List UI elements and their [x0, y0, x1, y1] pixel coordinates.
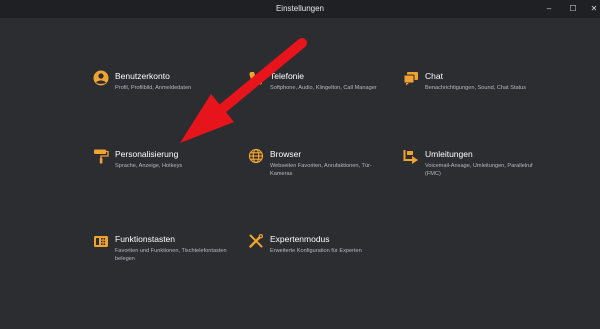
tile-description: Erweiterte Konfiguration für Experten: [270, 248, 362, 254]
user-icon: [93, 70, 109, 86]
tile-umleitungen[interactable]: Umleitungen Voicemail-Ansage, Umleitunge…: [403, 148, 553, 198]
phone-icon: [248, 70, 264, 86]
redirect-icon: [403, 148, 419, 164]
tile-description: Benachrichtigungen, Sound, Chat Status: [425, 85, 527, 91]
paint-roller-icon: [93, 148, 109, 164]
globe-icon: [248, 148, 264, 164]
tile-telefonie[interactable]: Telefonie Softphone, Audio, Klingelton, …: [248, 70, 398, 120]
tile-benutzerkonto[interactable]: Benutzerkonto Profil, Profilbild, Anmeld…: [93, 70, 243, 120]
tile-label: Chat: [425, 71, 443, 81]
tile-description: Favoriten und Funktionen, Tischtelefonta…: [115, 248, 227, 262]
tile-funktionstasten[interactable]: Funktionstasten Favoriten und Funktionen…: [93, 233, 243, 283]
chat-icon: [403, 70, 419, 86]
tile-description: Webseiten Favoriten, Anrufaktionen, Tür-…: [270, 163, 372, 177]
tile-label: Benutzerkonto: [115, 71, 170, 81]
telephone-keys-icon: [93, 233, 109, 249]
tile-description: Softphone, Audio, Klingelton, Call Manag…: [270, 85, 377, 91]
tile-browser[interactable]: Browser Webseiten Favoriten, Anrufaktion…: [248, 148, 398, 198]
tile-expertenmodus[interactable]: Expertenmodus Erweiterte Konfiguration f…: [248, 233, 398, 283]
tile-description: Sprache, Anzeige, Hotkeys: [115, 163, 183, 169]
minimize-button[interactable]: –: [537, 0, 561, 18]
tile-label: Funktionstasten: [115, 234, 176, 244]
tile-personalisierung[interactable]: Personalisierung Sprache, Anzeige, Hotke…: [93, 148, 243, 198]
close-button[interactable]: ✕: [582, 0, 600, 18]
tile-label: Expertenmodus: [270, 234, 330, 244]
tile-description: Profil, Profilbild, Anmeldedaten: [115, 85, 192, 91]
tools-icon: [248, 233, 264, 249]
tile-label: Telefonie: [270, 71, 305, 81]
tile-label: Umleitungen: [425, 149, 473, 159]
window-title: Einstellungen: [275, 4, 325, 13]
tile-label: Personalisierung: [115, 149, 179, 159]
tile-chat[interactable]: Chat Benachrichtigungen, Sound, Chat Sta…: [403, 70, 553, 120]
tile-description: Voicemail-Ansage, Umleitungen, Parallelr…: [425, 163, 533, 177]
tile-label: Browser: [270, 149, 302, 159]
